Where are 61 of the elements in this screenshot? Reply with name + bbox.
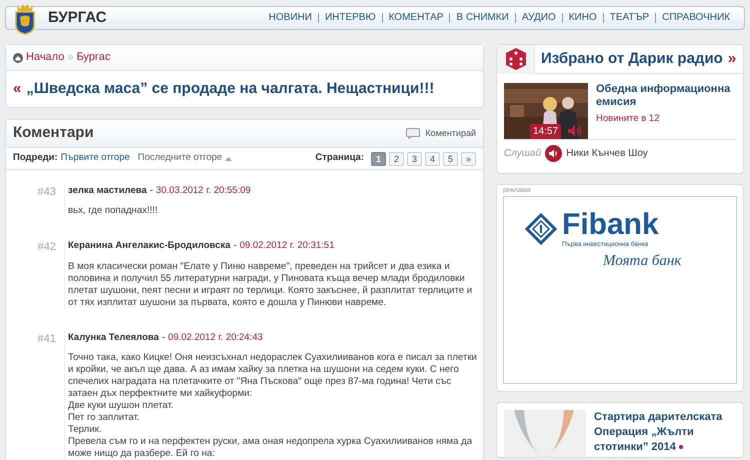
more-link[interactable]: » xyxy=(728,48,736,70)
dash-separator: - xyxy=(233,239,237,254)
sort-label: Подреди: xyxy=(13,151,58,166)
comment-text: Терлик. xyxy=(68,424,102,436)
comment-text: вьх, где попаднах!!!! xyxy=(68,205,159,218)
comment-text: Превела съм го и на перфектен руски, ама оная недопрела хурка Суахилииванов няма да може нищо да разбере. Ей го на: xyxy=(68,436,474,460)
back-link[interactable]: « xyxy=(13,78,22,100)
nav-link[interactable]: В СНИМКИ xyxy=(449,13,515,23)
coat-of-arms-icon xyxy=(14,3,36,35)
city-title: БУРГАС xyxy=(48,8,107,28)
speech-bubble-icon xyxy=(406,128,420,139)
comment-date: 30.03.2012 г. 20:55:09 xyxy=(156,184,251,198)
nav-link[interactable]: ИНТЕРВЮ xyxy=(318,13,382,23)
section-title: Коментари xyxy=(13,123,94,144)
comment-text: Пет го заплитат. xyxy=(68,412,141,424)
nav-link[interactable]: СПРАВОЧНИК xyxy=(655,13,736,23)
dash-separator: - xyxy=(162,330,166,344)
comment-author: зелка мастилева xyxy=(68,184,147,198)
breadcrumb-link[interactable]: Бургас xyxy=(76,49,110,66)
page-button[interactable]: 3 xyxy=(407,152,422,166)
dice-logo-icon xyxy=(506,48,526,70)
home-icon[interactable] xyxy=(13,52,23,62)
dash-separator: - xyxy=(150,184,153,198)
breadcrumb-link[interactable]: Начало xyxy=(26,49,64,66)
listen-label: Слушай xyxy=(504,147,542,161)
comment-author: Калунка Телеялова xyxy=(68,330,159,344)
nav-link[interactable]: НОВИНИ xyxy=(262,13,318,23)
news-link[interactable]: Обедна информационна емисия xyxy=(596,83,736,109)
ad-brand: Fibank xyxy=(562,209,659,241)
show-link[interactable]: Ники Кънчев Шоу xyxy=(566,146,648,161)
comment-button[interactable]: Коментирай xyxy=(406,126,476,140)
nav-link[interactable]: ТЕАТЪР xyxy=(602,13,656,23)
page-label: Страница: xyxy=(315,151,364,166)
nav-link[interactable]: КОМЕНТАР xyxy=(382,13,450,23)
news-subtitle: Новините в 12 xyxy=(596,112,660,126)
bullet-icon xyxy=(678,445,683,450)
speaker-icon[interactable] xyxy=(545,145,562,162)
comment-text: Точно така, како Кицке! Оня неизсъхнал недораслек Суахилииванов кога е писал за плетки и кройки, че акъл ще дава. А аз имам хайку за плетка на шушони на седем куки. С него спечелих наградата на плетачките от "Яна Пъскова" още през 87-ма година! Чети със затаен дъх перфектните ми хайкуформи: xyxy=(68,352,477,400)
duration-badge: 14:57 xyxy=(530,124,562,139)
page-button[interactable]: 4 xyxy=(425,152,440,166)
article-title: „Шведска маса” се продаде на чалгата. Нещастници!!! xyxy=(26,78,434,99)
comment-text: В моя класически роман "Елате у Пиню навреме", преведен на трийсет и два езика и половина и получил 55 литературни награди, у Пиновата къща вечер млади бродиловки плетат шушони, пеят песни и играят по терлици. Която закъснее, й разплитат терлиците и от тях изплитат шушони за първата, която е дошла у Пинюви навреме. xyxy=(68,260,474,308)
comment-text: Две куки шушон плетат. xyxy=(68,400,175,412)
nav-link[interactable]: АУДИО xyxy=(514,13,562,23)
sort-arrow-icon xyxy=(225,156,232,160)
comment-number: #43 xyxy=(36,185,57,200)
nav-link[interactable]: КИНО xyxy=(562,13,603,23)
sort-option[interactable]: Първите отгоре xyxy=(60,151,130,166)
comment-author: Керанина Ангелакис-Бродиловска xyxy=(68,239,230,254)
fibank-logo-icon xyxy=(525,213,557,245)
comment-date: 09.02.2012 г. 20:31:51 xyxy=(240,239,334,254)
comment-number: #41 xyxy=(36,332,57,346)
section-title: Избрано от Дарик радио xyxy=(541,48,723,69)
breadcrumb-separator: » xyxy=(67,50,74,66)
comment-number: #42 xyxy=(36,240,57,256)
ad-slogan: Моята банк xyxy=(603,252,682,271)
sort-option[interactable]: Последните отгоре xyxy=(138,151,232,166)
page-button[interactable]: 2 xyxy=(389,152,404,166)
next-page-button[interactable]: » xyxy=(461,152,476,166)
page-button[interactable]: 5 xyxy=(443,152,458,166)
comment-date: 09.02.2012 г. 20:24:43 xyxy=(168,330,263,344)
